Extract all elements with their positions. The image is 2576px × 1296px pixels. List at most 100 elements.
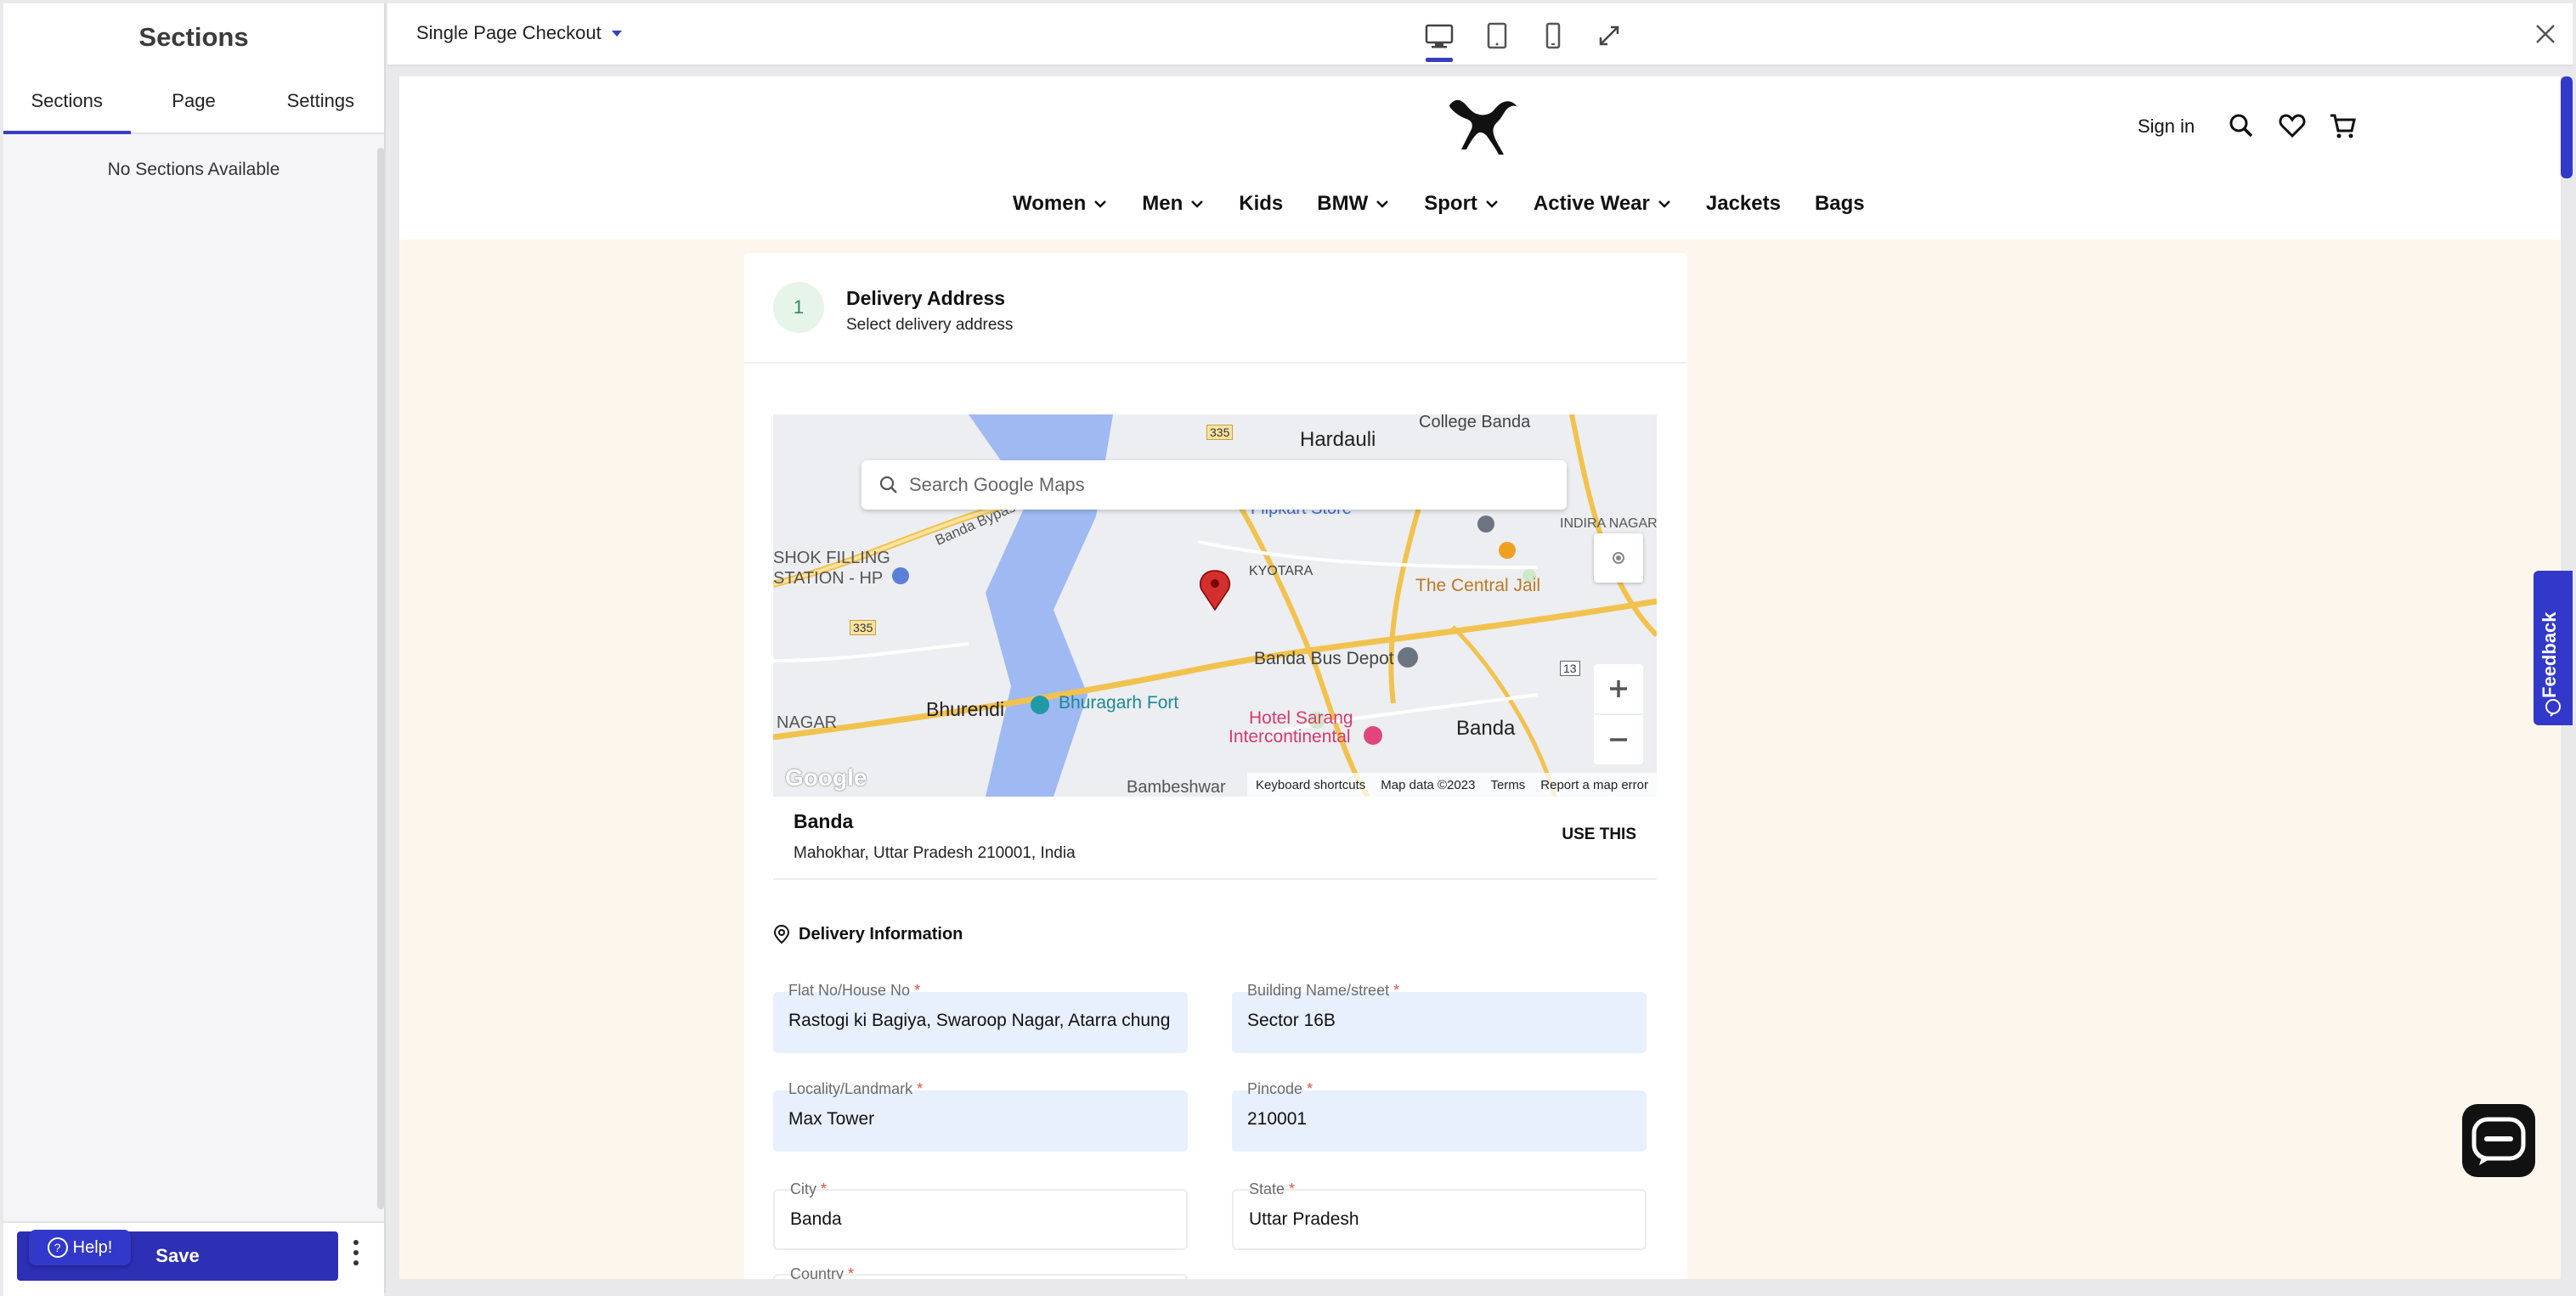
field-label-text: Flat No/House No <box>788 982 911 999</box>
field-input[interactable] <box>790 1209 1172 1230</box>
field-building-name-street[interactable]: Building Name/street * <box>1232 982 1647 1053</box>
field-label: Country * <box>790 1265 854 1279</box>
field-input[interactable] <box>1249 1209 1631 1230</box>
map-search-box[interactable]: Search Google Maps <box>861 460 1567 510</box>
field-input[interactable] <box>1247 1011 1630 1031</box>
required-marker: * <box>844 1265 855 1279</box>
map-label-depot: Banda Bus Depot <box>1254 649 1394 668</box>
map-search-placeholder: Search Google Maps <box>909 474 1085 495</box>
place-address: Mahokhar, Uttar Pradesh 210001, India <box>794 844 1076 862</box>
field-country[interactable]: Country * <box>773 1265 1188 1279</box>
location-target-icon <box>1613 552 1624 564</box>
nav-item-bags[interactable]: Bags <box>1815 192 1865 216</box>
nav-item-label: Men <box>1142 192 1183 215</box>
terms-link[interactable]: Terms <box>1490 778 1525 792</box>
search-icon[interactable] <box>2226 110 2257 141</box>
zoom-out-button[interactable] <box>1594 715 1643 764</box>
field-label: State * <box>1249 1180 1295 1198</box>
preview-scrollbar[interactable] <box>2561 76 2573 178</box>
divider <box>744 362 1687 363</box>
step-subtitle: Select delivery address <box>846 316 1014 334</box>
cart-icon[interactable] <box>2328 110 2359 141</box>
map-label-hotel-2: Intercontinental <box>1229 727 1351 747</box>
editor-topbar: Single Page Checkout <box>387 3 2573 66</box>
nav-item-kids[interactable]: Kids <box>1239 192 1283 216</box>
wishlist-heart-icon[interactable] <box>2277 110 2308 141</box>
sections-list: No Sections Available <box>3 134 384 1221</box>
required-marker: * <box>1389 982 1400 999</box>
nav-item-women[interactable]: Women <box>1013 192 1108 216</box>
page-preview: Sign in Women Men Kids BMW Sport Active Wear J… <box>399 76 2561 1279</box>
zoom-in-button[interactable] <box>1594 664 1643 713</box>
tablet-icon[interactable] <box>1480 19 1514 53</box>
field-state[interactable]: State * <box>1232 1180 1647 1250</box>
delivery-address-card: 1 Delivery Address Select delivery addre… <box>744 253 1687 1279</box>
panel-scrollbar[interactable] <box>377 148 384 1209</box>
map-label-hardauli: Hardauli <box>1300 428 1376 451</box>
google-map[interactable]: Hardauli College Banda Flipkart Store IN… <box>773 414 1657 797</box>
nav-item-label: Sport <box>1424 192 1477 215</box>
mobile-icon[interactable] <box>1536 19 1570 53</box>
field-label: Flat No/House No * <box>788 982 920 1000</box>
field-label: Pincode * <box>1247 1080 1313 1098</box>
field-pincode[interactable]: Pincode * <box>1232 1080 1647 1152</box>
required-marker: * <box>1302 1080 1313 1097</box>
map-label-college: College Banda <box>1419 414 1531 431</box>
nav-item-sport[interactable]: Sport <box>1424 192 1500 216</box>
tab-page[interactable]: Page <box>130 73 257 132</box>
location-pin-icon <box>773 924 790 944</box>
map-label-banda: Banda <box>1456 717 1516 740</box>
nav-item-bmw[interactable]: BMW <box>1317 192 1390 216</box>
delivery-info-title: Delivery Information <box>799 924 963 944</box>
delivery-info-heading: Delivery Information <box>773 924 963 944</box>
required-marker: * <box>1285 1180 1296 1197</box>
site-header: Sign in Women Men Kids BMW Sport Active Wear J… <box>399 76 2561 239</box>
map-label-nagar: NAGAR <box>777 713 838 732</box>
field-flat-no-house-no[interactable]: Flat No/House No * <box>773 982 1188 1053</box>
map-data-text: Map data ©2023 <box>1381 777 1476 792</box>
chevron-down-icon <box>1094 200 1107 208</box>
field-input[interactable] <box>788 1109 1171 1130</box>
field-locality-landmark[interactable]: Locality/Landmark * <box>773 1080 1188 1152</box>
tab-settings[interactable]: Settings <box>257 73 384 132</box>
panel-title: Sections <box>138 22 249 52</box>
report-map-error-link[interactable]: Report a map error <box>1540 778 1648 792</box>
feedback-tab[interactable]: Feedback <box>2534 571 2573 725</box>
keyboard-shortcuts-link[interactable]: Keyboard shortcuts <box>1256 778 1365 792</box>
nav-item-men[interactable]: Men <box>1142 192 1205 216</box>
panel-footer: Save ? Help! <box>3 1221 384 1296</box>
chat-icon[interactable] <box>2462 1104 2535 1177</box>
nav-item-label: Kids <box>1239 192 1284 215</box>
field-label-text: Country <box>790 1265 845 1279</box>
tab-sections[interactable]: Sections <box>3 73 132 134</box>
field-label: Building Name/street * <box>1247 982 1399 1000</box>
chevron-down-icon <box>1486 200 1498 208</box>
field-input[interactable] <box>788 1011 1171 1031</box>
field-input[interactable] <box>1247 1109 1630 1130</box>
nav-item-active-wear[interactable]: Active Wear <box>1534 192 1672 216</box>
step-title: Delivery Address <box>846 287 1006 309</box>
page-selector[interactable]: Single Page Checkout <box>416 22 622 44</box>
map-road-shield-2: 335 <box>850 620 877 635</box>
field-label-text: Building Name/street <box>1247 982 1390 999</box>
panel-tabs: Sections Page Settings <box>3 73 384 134</box>
field-city[interactable]: City * <box>773 1180 1188 1250</box>
sign-in-link[interactable]: Sign in <box>2138 116 2195 138</box>
desktop-icon[interactable] <box>1422 19 1456 53</box>
map-label-bhurendi: Bhurendi <box>926 698 1005 720</box>
use-this-button[interactable]: USE THIS <box>1562 825 1636 844</box>
nav-item-jackets[interactable]: Jackets <box>1706 192 1781 216</box>
close-icon[interactable] <box>2530 19 2561 49</box>
nav-item-label: Bags <box>1814 192 1865 215</box>
nav-item-label: Jackets <box>1705 192 1781 215</box>
map-road-shield-3: 13 <box>1560 661 1580 676</box>
nav-item-label: BMW <box>1317 192 1369 215</box>
puma-logo[interactable] <box>1443 90 1524 158</box>
help-button[interactable]: ? Help! <box>29 1230 131 1265</box>
more-options-icon[interactable] <box>350 1240 362 1274</box>
required-marker: * <box>912 1080 924 1097</box>
google-logo: Google <box>785 764 867 791</box>
fullscreen-icon[interactable] <box>1592 19 1626 53</box>
map-label-kyotara: KYOTARA <box>1249 564 1313 578</box>
my-location-button[interactable] <box>1594 533 1643 583</box>
